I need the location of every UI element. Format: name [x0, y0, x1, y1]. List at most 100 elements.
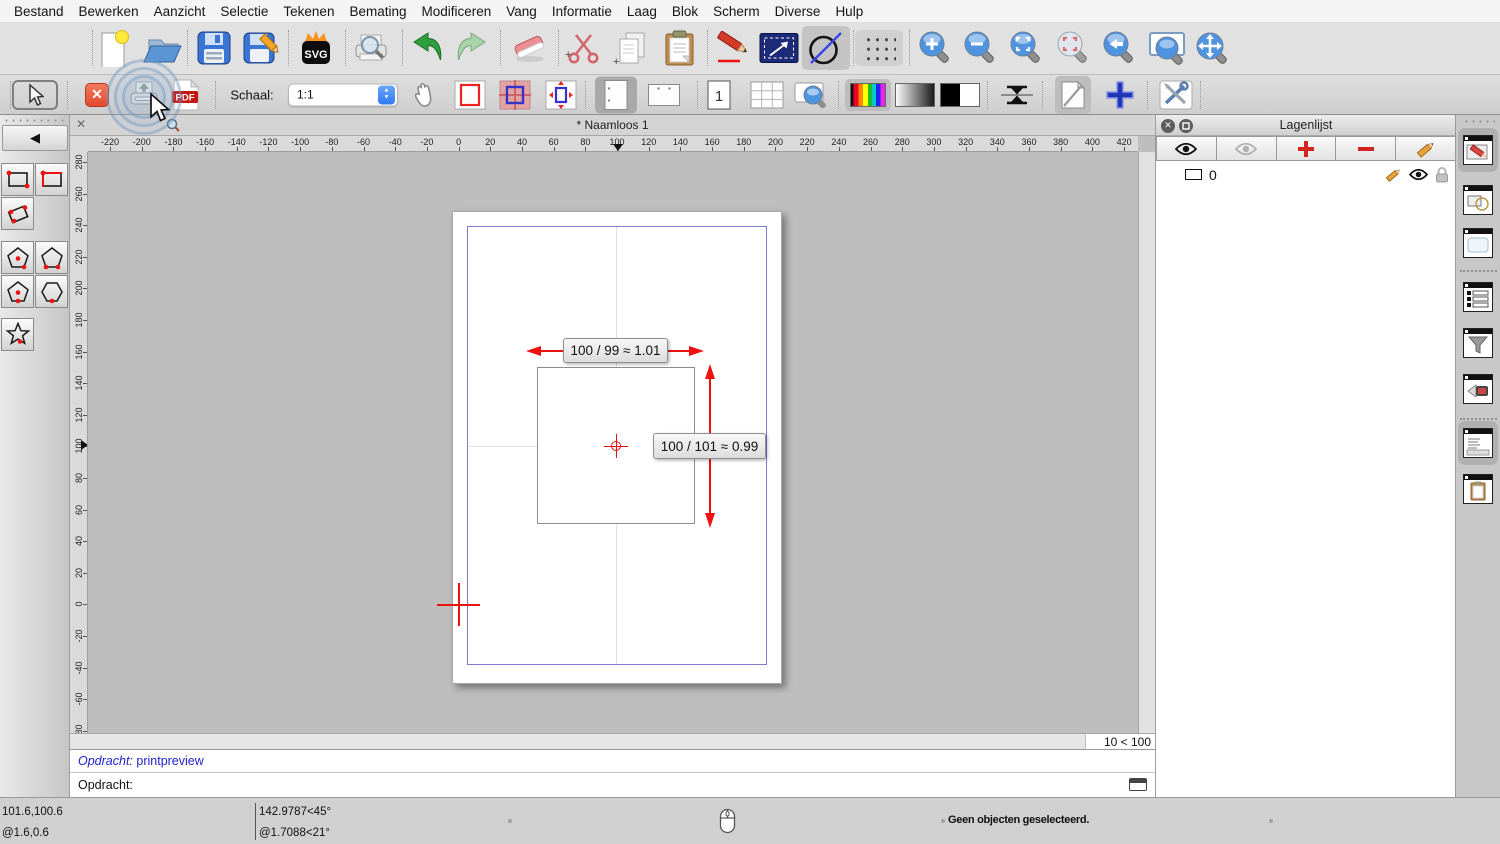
preview-page-button[interactable] — [793, 80, 829, 110]
vertical-scrollbar[interactable] — [1138, 152, 1155, 733]
svg-export-button[interactable]: SVG — [297, 28, 335, 68]
new-document-button[interactable] — [96, 29, 130, 67]
grid-dots-icon — [862, 33, 896, 63]
menu-bestand[interactable]: Bestand — [14, 4, 64, 19]
horizontal-scrollbar[interactable]: 10 < 100 — [70, 733, 1155, 749]
grayscale-mode-button[interactable] — [895, 83, 935, 107]
drawing-canvas[interactable]: 100 / 99 ≈ 1.01 100 / 101 ≈ 0.99 — [88, 152, 1138, 733]
menu-blok[interactable]: Blok — [672, 4, 698, 19]
grid-toggle-button[interactable] — [855, 30, 903, 66]
polygon-edge-tool-button[interactable] — [35, 241, 68, 274]
zoom-in-button[interactable] — [917, 29, 955, 67]
polygon-side-tool-button[interactable] — [1, 275, 34, 308]
paste-button[interactable] — [662, 29, 696, 67]
zoom-selection-button[interactable] — [1055, 29, 1093, 67]
menu-laag[interactable]: Laag — [627, 4, 657, 19]
portrait-page-button[interactable] — [595, 76, 637, 113]
scale-stepper-icon[interactable]: ▲▼ — [378, 85, 395, 104]
zoom-window-button[interactable] — [1147, 29, 1189, 67]
menu-diverse[interactable]: Diverse — [775, 4, 821, 19]
layer-visible-button[interactable] — [1156, 136, 1217, 161]
dock-light-panel-button[interactable] — [1463, 374, 1493, 404]
command-keyboard-icon[interactable] — [1129, 778, 1147, 791]
cut-button[interactable]: + — [564, 29, 602, 67]
hexagon-tool-button[interactable] — [35, 275, 68, 308]
selection-rect-button[interactable] — [759, 33, 799, 64]
layer-edit-button[interactable] — [1396, 136, 1456, 161]
redo-button[interactable] — [454, 30, 492, 66]
dock-drag-handle[interactable] — [1463, 120, 1495, 123]
menu-vang[interactable]: Vang — [506, 4, 537, 19]
zoom-previous-button[interactable] — [1101, 29, 1139, 67]
zoom-previous-icon — [1101, 29, 1139, 67]
pencil-icon — [1416, 139, 1436, 159]
menu-scherm[interactable]: Scherm — [713, 4, 760, 19]
star-tool-button[interactable] — [1, 318, 34, 351]
layer-hidden-button[interactable] — [1217, 136, 1277, 161]
single-page-button[interactable]: 1 — [707, 80, 731, 110]
crop-marks-button[interactable] — [499, 80, 531, 110]
save-as-button[interactable] — [243, 30, 281, 66]
dock-shapes-panel-button[interactable] — [1463, 185, 1493, 215]
menu-tekenen[interactable]: Tekenen — [283, 4, 334, 19]
layer-lock-icon[interactable] — [1435, 166, 1449, 183]
pan-hand-button[interactable] — [410, 81, 438, 109]
layer-remove-button[interactable] — [1336, 136, 1396, 161]
list-panel-icon — [1464, 288, 1492, 311]
star-tool-icon — [5, 322, 31, 347]
polygon-center-tool-button[interactable] — [1, 241, 34, 274]
dock-clipboard-panel-button[interactable] — [1463, 474, 1493, 504]
delete-eraser-button[interactable] — [510, 30, 550, 66]
zoom-out-button[interactable] — [962, 29, 1000, 67]
flatness-button[interactable] — [999, 82, 1035, 108]
layer-add-button[interactable] — [1277, 136, 1337, 161]
layers-titlebar[interactable]: ✕ Lagenlijst — [1156, 115, 1456, 136]
landscape-page-button[interactable] — [648, 83, 681, 106]
dock-filter-panel-button[interactable] — [1463, 328, 1493, 358]
multi-page-grid-button[interactable] — [750, 81, 784, 109]
zoom-pan-button[interactable] — [1193, 29, 1233, 67]
color-mode-button[interactable] — [845, 79, 891, 111]
print-preview-button[interactable] — [351, 30, 391, 66]
menu-selectie[interactable]: Selectie — [220, 4, 268, 19]
page-template-button[interactable] — [1055, 76, 1091, 114]
menu-bemating[interactable]: Bemating — [349, 4, 406, 19]
dock-draw-panel-button[interactable] — [1463, 135, 1493, 165]
circle-tool-button[interactable] — [802, 26, 850, 70]
zoom-fit-button[interactable] — [1008, 29, 1046, 67]
undo-button[interactable] — [407, 30, 445, 66]
hruler-label: 240 — [831, 137, 846, 147]
crosshair-button[interactable] — [1103, 78, 1137, 112]
menu-hulp[interactable]: Hulp — [835, 4, 863, 19]
draw-pencil-button[interactable] — [713, 30, 753, 66]
preferences-button[interactable] — [1159, 80, 1193, 110]
menu-aanzicht[interactable]: Aanzicht — [154, 4, 206, 19]
sidebar-collapse-button[interactable]: ◀ — [2, 125, 68, 151]
copy-button[interactable]: + — [612, 29, 650, 67]
menu-modificeren[interactable]: Modificeren — [422, 4, 492, 19]
layer-list-item[interactable]: 0 — [1156, 163, 1456, 186]
command-prompt-row[interactable]: Opdracht: — [70, 772, 1155, 797]
menu-bewerken[interactable]: Bewerken — [79, 4, 139, 19]
dock-properties-panel-button[interactable] — [1463, 228, 1493, 258]
layer-editable-pencil-icon[interactable] — [1385, 166, 1402, 183]
document-titlebar[interactable]: ✕ * Naamloos 1 — [70, 115, 1155, 136]
hruler-label: 320 — [958, 137, 973, 147]
sidebar-drag-handle[interactable] — [3, 119, 67, 122]
layer-color-swatch[interactable] — [1185, 169, 1202, 180]
menu-informatie[interactable]: Informatie — [552, 4, 612, 19]
save-button[interactable] — [197, 31, 231, 65]
fit-page-button[interactable] — [545, 80, 577, 110]
dock-list-panel-button[interactable] — [1463, 282, 1493, 312]
page-frame-button[interactable] — [454, 80, 486, 110]
scale-value: 1:1 — [289, 88, 378, 102]
rotated-rectangle-tool-button[interactable] — [1, 197, 34, 230]
scale-select[interactable]: 1:1 ▲▼ — [288, 83, 398, 106]
horizontal-ruler: -220-200-180-160-140-120-100-80-60-40-20… — [88, 136, 1138, 152]
rectangle-tool-button[interactable] — [1, 163, 34, 196]
rectangle-size-tool-button[interactable] — [35, 163, 68, 196]
select-mode-button[interactable] — [12, 80, 58, 110]
dock-info-panel-button[interactable] — [1463, 428, 1493, 458]
layer-visibility-eye-icon[interactable] — [1409, 168, 1428, 181]
bw-mode-button[interactable] — [940, 83, 980, 107]
